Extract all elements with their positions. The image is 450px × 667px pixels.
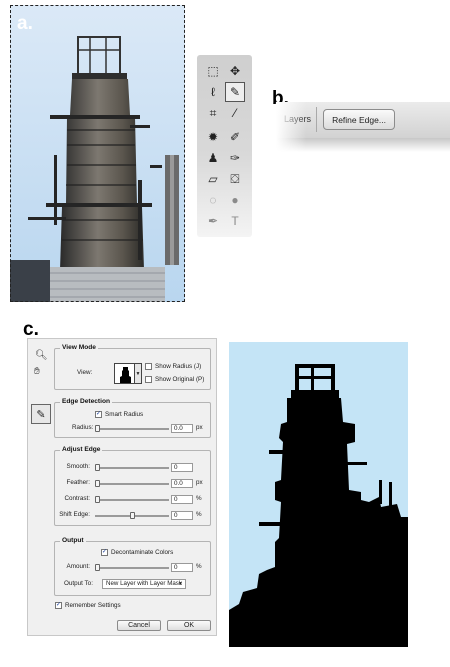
refinery-tower-illustration (10, 5, 185, 302)
output-to-label: Output To: (64, 580, 93, 587)
hand-icon[interactable]: ✋︎ (34, 366, 40, 377)
contrast-label: Contrast: (64, 495, 90, 502)
remember-settings-checkbox[interactable]: ✓ (55, 602, 62, 609)
smooth-slider-thumb[interactable] (95, 464, 100, 471)
refine-radius-tool-icon[interactable]: ✎ (31, 404, 51, 424)
view-thumbnail[interactable] (114, 363, 135, 384)
refine-edge-button[interactable]: Refine Edge... (323, 109, 395, 130)
options-bar-fade (276, 102, 306, 152)
feather-label: Feather: (66, 479, 90, 486)
view-mode-group: View Mode View: ▼ Show Radius (J) Show O… (54, 344, 211, 390)
adjust-edge-title: Adjust Edge (60, 446, 103, 453)
contrast-field[interactable]: 0 (171, 495, 193, 504)
show-radius-checkbox[interactable] (145, 363, 152, 370)
panel-label-a: a. (17, 13, 33, 34)
quick-selection-icon[interactable]: ✎ (225, 82, 245, 102)
smart-radius-label: Smart Radius (105, 411, 144, 418)
shift-edge-field[interactable]: 0 (171, 511, 193, 520)
zoom-icon[interactable]: 🔍︎ (35, 350, 48, 361)
eraser-icon[interactable]: ▱ (203, 169, 223, 189)
amount-unit: % (196, 563, 202, 570)
show-radius-label: Show Radius (J) (155, 363, 202, 370)
decontaminate-label: Decontaminate Colors (111, 549, 174, 556)
amount-slider-thumb[interactable] (95, 564, 100, 571)
radius-unit: px (196, 424, 203, 431)
radius-slider[interactable] (95, 428, 169, 430)
smooth-field[interactable]: 0 (171, 463, 193, 472)
refinery-tower-photo (10, 5, 185, 302)
decontaminate-checkbox[interactable]: ✓ (101, 549, 108, 556)
view-dropdown-arrow[interactable]: ▼ (135, 363, 142, 384)
feather-unit: px (196, 479, 203, 486)
move-icon[interactable]: ✥ (225, 61, 245, 81)
type-icon[interactable]: T (225, 211, 245, 231)
tool-palette: ⬚ ✥ ℓ ✎ ⌗ ⁄ ✹ ✐ ♟ ✑ ▱ ⛋ ◌ ● ✒ T (197, 55, 252, 237)
feather-slider[interactable] (95, 483, 169, 485)
radius-label: Radius: (72, 424, 94, 431)
dodge-icon[interactable]: ● (225, 190, 245, 210)
show-original-checkbox[interactable] (145, 376, 152, 383)
show-original-label: Show Original (P) (155, 376, 205, 383)
output-to-value: New Layer with Layer Mask (106, 580, 182, 587)
shift-edge-label: Shift Edge: (59, 511, 90, 518)
output-group: Output ✓ Decontaminate Colors Amount: 0 … (54, 537, 211, 596)
amount-label: Amount: (66, 563, 90, 570)
output-to-select[interactable]: New Layer with Layer Mask ▼ (102, 579, 186, 589)
pen-icon[interactable]: ✒ (203, 211, 223, 231)
radius-field[interactable]: 0.0 (171, 424, 193, 433)
healing-brush-icon[interactable]: ✹ (203, 127, 223, 147)
amount-slider[interactable] (95, 567, 169, 569)
clone-stamp-icon[interactable]: ♟ (203, 148, 223, 168)
edge-detection-title: Edge Detection (60, 398, 112, 405)
output-title: Output (60, 537, 86, 544)
edge-detection-group: Edge Detection ✓ Smart Radius Radius: 0.… (54, 398, 211, 438)
view-mode-title: View Mode (60, 344, 98, 351)
paint-bucket-icon[interactable]: ⛋ (225, 169, 245, 189)
select-arrow-icon: ▼ (178, 581, 183, 587)
refine-edge-dialog: 🔍︎ ✋︎ ✎ View Mode View: ▼ Show Radius (J… (27, 338, 217, 636)
tower-silhouette (229, 342, 408, 647)
eyedropper-icon[interactable]: ⁄ (225, 103, 245, 123)
mask-preview (229, 342, 408, 647)
smart-radius-checkbox[interactable]: ✓ (95, 411, 102, 418)
shift-edge-slider-thumb[interactable] (129, 512, 135, 519)
marquee-icon[interactable]: ⬚ (203, 61, 223, 81)
ok-button[interactable]: OK (167, 620, 211, 631)
adjust-edge-group: Adjust Edge Smooth: 0 Feather: 0.0 px Co… (54, 446, 211, 526)
feather-field[interactable]: 0.0 (171, 479, 193, 488)
lasso-icon[interactable]: ℓ (203, 82, 223, 102)
contrast-slider-thumb[interactable] (95, 496, 100, 503)
smooth-label: Smooth: (66, 463, 90, 470)
options-bar-divider (316, 107, 317, 132)
crop-icon[interactable]: ⌗ (203, 103, 223, 123)
amount-field[interactable]: 0 (171, 563, 193, 572)
remember-settings-label: Remember Settings (65, 602, 121, 609)
radius-slider-thumb[interactable] (95, 425, 100, 432)
brush-icon[interactable]: ✐ (225, 127, 245, 147)
blur-icon[interactable]: ◌ (203, 190, 223, 210)
shift-edge-unit: % (196, 511, 202, 518)
contrast-slider[interactable] (95, 499, 169, 501)
view-label: View: (77, 369, 93, 376)
history-brush-icon[interactable]: ✑ (225, 148, 245, 168)
smooth-slider[interactable] (95, 467, 169, 469)
cancel-button[interactable]: Cancel (117, 620, 161, 631)
contrast-unit: % (196, 495, 202, 502)
feather-slider-thumb[interactable] (95, 480, 100, 487)
